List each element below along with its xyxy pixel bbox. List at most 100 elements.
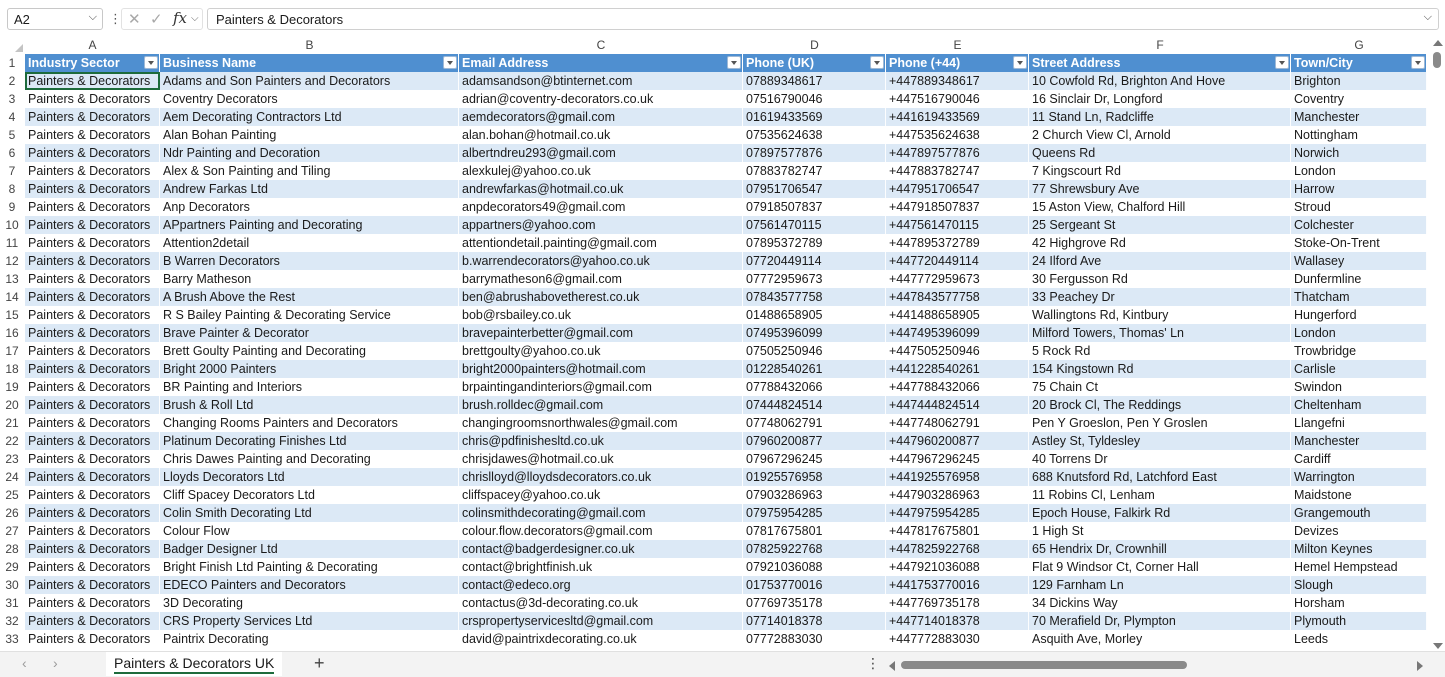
table-cell[interactable]: 5 Rock Rd [1029,342,1291,360]
row-number[interactable]: 33 [0,630,24,648]
table-cell[interactable]: adamsandson@btinternet.com [459,72,743,90]
table-cell[interactable]: B Warren Decorators [160,252,459,270]
table-cell[interactable]: albertndreu293@gmail.com [459,144,743,162]
table-cell[interactable]: Painters & Decorators [25,468,160,486]
table-cell[interactable]: Milford Towers, Thomas' Ln [1029,324,1291,342]
table-cell[interactable]: 07505250946 [743,342,886,360]
table-cell[interactable]: R S Bailey Painting & Decorating Service [160,306,459,324]
table-cell[interactable]: +447895372789 [886,234,1029,252]
table-cell[interactable]: A Brush Above the Rest [160,288,459,306]
table-cell[interactable]: +447817675801 [886,522,1029,540]
filter-dropdown-icon[interactable] [443,56,457,69]
table-cell[interactable]: Painters & Decorators [25,360,160,378]
table-cell[interactable]: chrisjdawes@hotmail.co.uk [459,450,743,468]
column-title-cell[interactable]: Phone (+44) [886,54,1029,72]
table-cell[interactable]: Hemel Hempstead [1291,558,1427,576]
horizontal-scroll-thumb[interactable] [901,661,1187,669]
table-cell[interactable]: Swindon [1291,378,1427,396]
table-cell[interactable]: Horsham [1291,594,1427,612]
table-cell[interactable]: Painters & Decorators [25,540,160,558]
table-cell[interactable]: 01488658905 [743,306,886,324]
table-cell[interactable]: 70 Merafield Dr, Plympton [1029,612,1291,630]
table-cell[interactable]: attentiondetail.painting@gmail.com [459,234,743,252]
table-cell[interactable]: 3D Decorating [160,594,459,612]
table-cell[interactable]: andrewfarkas@hotmail.co.uk [459,180,743,198]
table-cell[interactable]: brpaintingandinteriors@gmail.com [459,378,743,396]
table-cell[interactable]: Barry Matheson [160,270,459,288]
table-cell[interactable]: Painters & Decorators [25,270,160,288]
name-box[interactable]: A2 ⌵ [7,8,103,30]
table-cell[interactable]: Painters & Decorators [25,252,160,270]
table-cell[interactable]: APpartners Painting and Decorating [160,216,459,234]
row-number[interactable]: 4 [0,108,24,126]
table-cell[interactable]: bravepainterbetter@gmail.com [459,324,743,342]
table-cell[interactable]: Pen Y Groeslon, Pen Y Groslen [1029,414,1291,432]
row-number[interactable]: 14 [0,288,24,306]
table-cell[interactable]: bob@rsbailey.co.uk [459,306,743,324]
row-number[interactable]: 2 [0,72,24,90]
row-number[interactable]: 9 [0,198,24,216]
table-cell[interactable]: Anp Decorators [160,198,459,216]
table-cell[interactable]: adrian@coventry-decorators.co.uk [459,90,743,108]
table-cell[interactable]: 42 Highgrove Rd [1029,234,1291,252]
table-cell[interactable]: +447788432066 [886,378,1029,396]
chevron-down-icon[interactable]: ⌵ [89,11,97,24]
table-cell[interactable]: 07748062791 [743,414,886,432]
row-number[interactable]: 11 [0,234,24,252]
row-number[interactable]: 22 [0,432,24,450]
table-cell[interactable]: Painters & Decorators [25,342,160,360]
row-number[interactable]: 3 [0,90,24,108]
filter-dropdown-icon[interactable] [1411,56,1425,69]
row-number[interactable]: 18 [0,360,24,378]
table-cell[interactable]: crspropertyservicesltd@gmail.com [459,612,743,630]
table-cell[interactable]: Painters & Decorators [25,486,160,504]
table-cell[interactable]: Alan Bohan Painting [160,126,459,144]
row-number[interactable]: 29 [0,558,24,576]
row-number[interactable]: 8 [0,180,24,198]
table-cell[interactable]: Manchester [1291,432,1427,450]
table-cell[interactable]: Devizes [1291,522,1427,540]
table-cell[interactable]: 65 Hendrix Dr, Crownhill [1029,540,1291,558]
table-cell[interactable]: 07967296245 [743,450,886,468]
insert-function-icon[interactable]: fx [173,9,187,27]
table-cell[interactable]: 07889348617 [743,72,886,90]
table-cell[interactable]: 01619433569 [743,108,886,126]
table-cell[interactable]: contactus@3d-decorating.co.uk [459,594,743,612]
table-cell[interactable]: Cheltenham [1291,396,1427,414]
table-cell[interactable]: 07903286963 [743,486,886,504]
table-cell[interactable]: +447975954285 [886,504,1029,522]
scroll-up-icon[interactable] [1433,40,1443,46]
table-cell[interactable]: Painters & Decorators [25,612,160,630]
previous-sheet-icon[interactable]: ‹ [22,655,27,671]
table-cell[interactable]: Painters & Decorators [25,630,160,648]
filter-dropdown-icon[interactable] [727,56,741,69]
table-cell[interactable]: bright2000painters@hotmail.com [459,360,743,378]
table-cell[interactable]: Attention2detail [160,234,459,252]
table-cell[interactable]: London [1291,324,1427,342]
table-cell[interactable]: Asquith Ave, Morley [1029,630,1291,648]
column-header-f[interactable]: F [1029,38,1291,54]
table-cell[interactable]: chris@pdfinishesltd.co.uk [459,432,743,450]
table-cell[interactable]: London [1291,162,1427,180]
table-cell[interactable]: 24 Ilford Ave [1029,252,1291,270]
table-cell[interactable]: Leeds [1291,630,1427,648]
table-cell[interactable]: Painters & Decorators [25,288,160,306]
table-cell[interactable]: 30 Fergusson Rd [1029,270,1291,288]
select-all-corner[interactable] [0,38,25,54]
table-cell[interactable]: +447843577758 [886,288,1029,306]
table-cell[interactable]: 07975954285 [743,504,886,522]
table-cell[interactable]: 154 Kingstown Rd [1029,360,1291,378]
table-cell[interactable]: +447825922768 [886,540,1029,558]
table-cell[interactable]: +447951706547 [886,180,1029,198]
table-cell[interactable]: +447772883030 [886,630,1029,648]
table-cell[interactable]: Flat 9 Windsor Ct, Corner Hall [1029,558,1291,576]
table-cell[interactable]: Platinum Decorating Finishes Ltd [160,432,459,450]
expand-formula-icon[interactable]: ⌵ [1424,11,1432,24]
table-cell[interactable]: Grangemouth [1291,504,1427,522]
row-number[interactable]: 23 [0,450,24,468]
table-cell[interactable]: 7 Kingscourt Rd [1029,162,1291,180]
table-cell[interactable]: Changing Rooms Painters and Decorators [160,414,459,432]
table-cell[interactable]: +447921036088 [886,558,1029,576]
table-cell[interactable]: 34 Dickins Way [1029,594,1291,612]
table-cell[interactable]: Painters & Decorators [25,576,160,594]
